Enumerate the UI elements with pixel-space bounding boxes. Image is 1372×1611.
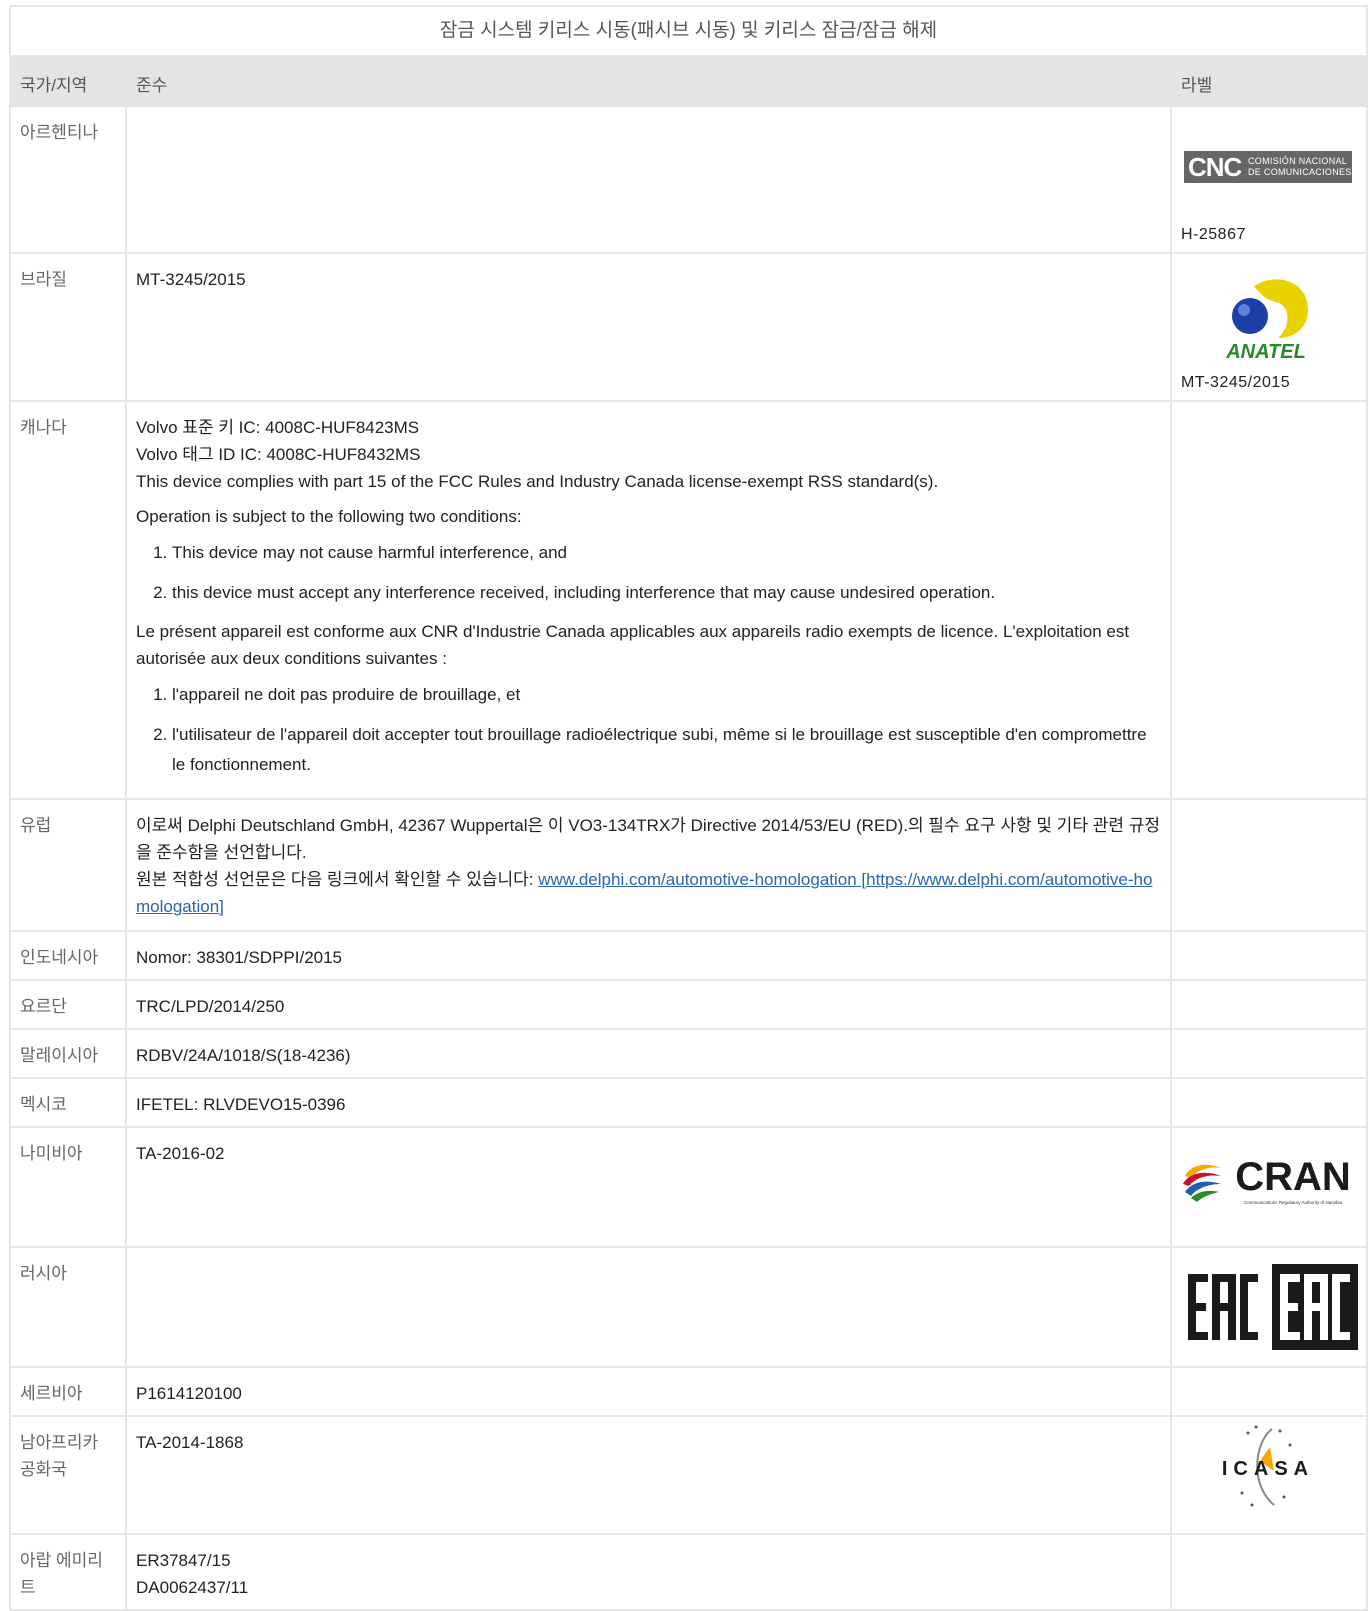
table-header-row: 국가/지역 준수 라벨 [9,55,1368,107]
compliance-cell: TRC/LPD/2014/250 [125,979,1172,1030]
table-row: 요르단 TRC/LPD/2014/250 [9,979,1368,1030]
compliance-cell: ER37847/15 DA0062437/11 [125,1533,1172,1611]
cran-logo: CRAN Communications Regulatory Authority… [1183,1155,1351,1205]
conditions-list-fr: l'appareil ne doit pas produire de broui… [136,680,1161,780]
icasa-logo-text: ICASA [1222,1458,1314,1480]
cnc-logo-subtitle: COMISIÓN NACIONAL DE COMUNICACIONES [1248,156,1352,177]
compliance-line: ER37847/15 [136,1551,231,1570]
header-compliance: 준수 [125,55,1172,107]
country-cell: 러시아 [9,1246,127,1368]
table-row: 세르비아 P1614120100 [9,1366,1368,1417]
compliance-cell [125,1246,1172,1368]
table-row: 아르헨티나 CNC COMISIÓN NACIONAL DE COMUNICACI… [9,105,1368,254]
compliance-line: Volvo 태그 ID IC: 4008C-HUF8432MS [136,445,421,464]
country-cell: 브라질 [9,252,127,402]
table-row: 브라질 MT-3245/2015 ANATEL MT-3245/2015 [9,252,1368,402]
list-item: l'utilisateur de l'appareil doit accepte… [172,720,1161,780]
country-cell: 인도네시아 [9,930,127,981]
icasa-logo: ICASA [1222,1425,1314,1507]
cnc-logo: CNC COMISIÓN NACIONAL DE COMUNICACIONES [1184,151,1352,183]
table-row: 아랍 에미리트 ER37847/15 DA0062437/11 [9,1533,1368,1611]
label-cell [1170,1366,1368,1417]
label-cell: CNC COMISIÓN NACIONAL DE COMUNICACIONES H… [1170,105,1368,254]
compliance-table: 잠금 시스템 키리스 시동(패시브 시동) 및 키리스 잠금/잠금 해제 국가/… [9,5,1368,1611]
label-code: H-25867 [1181,226,1246,243]
table-row: 유럽 이로써 Delphi Deutschland GmbH, 42367 Wu… [9,798,1368,932]
label-cell [1170,798,1368,932]
compliance-cell: MT-3245/2015 [125,252,1172,402]
country-cell: 말레이시아 [9,1028,127,1079]
cran-logo-text: CRAN [1235,1155,1351,1199]
compliance-line: This device complies with part 15 of the… [136,472,939,491]
compliance-cell: Volvo 표준 키 IC: 4008C-HUF8423MS Volvo 태그 … [125,400,1172,800]
compliance-cell: TA-2016-02 [125,1126,1172,1248]
label-cell: CRAN Communications Regulatory Authority… [1170,1126,1368,1248]
eac-logo [1188,1264,1358,1350]
compliance-line: Volvo 표준 키 IC: 4008C-HUF8423MS [136,418,420,437]
table-row: 캐나다 Volvo 표준 키 IC: 4008C-HUF8423MS Volvo… [9,400,1368,800]
label-cell [1170,1246,1368,1368]
compliance-line: DA0062437/11 [136,1578,249,1597]
table-row: 러시아 [9,1246,1368,1368]
header-country: 국가/지역 [9,55,127,107]
label-cell [1170,1533,1368,1611]
country-cell: 멕시코 [9,1077,127,1128]
compliance-cell: P1614120100 [125,1366,1172,1417]
table-row: 나미비아 TA-2016-02 CRAN Communications Regu… [9,1126,1368,1248]
country-cell: 요르단 [9,979,127,1030]
compliance-table-container: 잠금 시스템 키리스 시동(패시브 시동) 및 키리스 잠금/잠금 해제 국가/… [9,5,1368,1611]
table-row: 인도네시아 Nomor: 38301/SDPPI/2015 [9,930,1368,981]
label-code: MT-3245/2015 [1181,374,1291,391]
list-item: l'appareil ne doit pas produire de broui… [172,680,1161,710]
table-row: 남아프리카 공화국 TA-2014-1868 ICASA [9,1415,1368,1535]
country-cell: 아르헨티나 [9,105,127,254]
label-cell [1170,1028,1368,1079]
table-row: 멕시코 IFETEL: RLVDEVO15-0396 [9,1077,1368,1128]
compliance-cell: RDBV/24A/1018/S(18-4236) [125,1028,1172,1079]
compliance-paragraph-fr: Le présent appareil est conforme aux CNR… [136,622,1130,668]
table-row: 말레이시아 RDBV/24A/1018/S(18-4236) [9,1028,1368,1079]
compliance-cell [125,105,1172,254]
table-caption: 잠금 시스템 키리스 시동(패시브 시동) 및 키리스 잠금/잠금 해제 [9,5,1368,57]
country-cell: 남아프리카 공화국 [9,1415,127,1535]
anatel-logo-text: ANATEL [1225,341,1306,362]
list-item: this device must accept any interference… [172,578,1161,608]
country-cell: 세르비아 [9,1366,127,1417]
country-cell: 캐나다 [9,400,127,800]
country-cell: 아랍 에미리트 [9,1533,127,1611]
label-cell [1170,1077,1368,1128]
compliance-line: 원본 적합성 선언문은 다음 링크에서 확인할 수 있습니다: www.delp… [136,870,1153,916]
cran-logo-subtitle: Communications Regulatory Authority of N… [1244,1200,1343,1205]
list-item: This device may not cause harmful interf… [172,538,1161,568]
header-label: 라벨 [1170,55,1368,107]
label-cell [1170,979,1368,1030]
compliance-cell: Nomor: 38301/SDPPI/2015 [125,930,1172,981]
label-cell [1170,400,1368,800]
cnc-logo-text: CNC [1188,152,1242,182]
label-cell: ICASA [1170,1415,1368,1535]
country-cell: 유럽 [9,798,127,932]
compliance-line: Operation is subject to the following tw… [136,507,522,526]
compliance-cell: TA-2014-1868 [125,1415,1172,1535]
label-cell [1170,930,1368,981]
compliance-cell: IFETEL: RLVDEVO15-0396 [125,1077,1172,1128]
compliance-cell: 이로써 Delphi Deutschland GmbH, 42367 Wuppe… [125,798,1172,932]
country-cell: 나미비아 [9,1126,127,1248]
conditions-list-en: This device may not cause harmful interf… [136,538,1161,608]
anatel-logo: ANATEL [1225,279,1308,362]
compliance-line: 이로써 Delphi Deutschland GmbH, 42367 Wuppe… [136,816,1160,862]
label-cell: ANATEL MT-3245/2015 [1170,252,1368,402]
